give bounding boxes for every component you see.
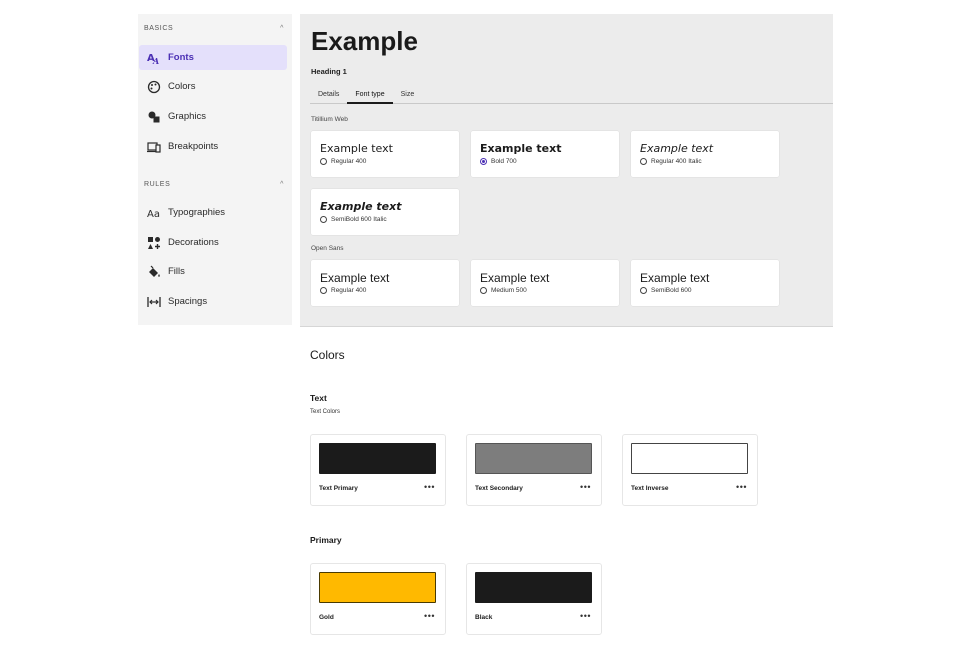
font-option-card[interactable]: Example text Regular 400 — [311, 131, 459, 177]
color-swatch-card[interactable]: Gold ••• — [310, 563, 446, 635]
text-colors-group-subtitle: Text Colors — [310, 409, 341, 415]
text-colors-group-title: Text — [310, 393, 327, 403]
preview-tabs: Details Font type Size — [310, 87, 833, 104]
color-swatch — [475, 572, 592, 603]
sidebar-item-label: Fills — [168, 266, 185, 277]
font-radio[interactable] — [320, 287, 327, 294]
sidebar-item-label: Breakpoints — [168, 141, 219, 152]
font-sample: Example text — [640, 142, 714, 155]
color-swatch-name: Text Secondary — [475, 485, 523, 492]
font-option-card[interactable]: Example text SemiBold 600 Italic — [311, 189, 459, 235]
font-option-card[interactable]: Example text Regular 400 Italic — [631, 131, 779, 177]
color-swatch — [319, 572, 436, 603]
tab-font-type[interactable]: Font type — [347, 87, 393, 104]
sidebar-item-graphics[interactable]: Graphics — [139, 104, 287, 129]
tab-details[interactable]: Details — [310, 87, 347, 104]
sidebar-item-breakpoints[interactable]: Breakpoints — [139, 134, 287, 159]
svg-text:A: A — [152, 56, 159, 65]
shapes-icon — [147, 110, 161, 124]
palette-icon — [147, 80, 161, 94]
basics-section-header[interactable]: BASICS ^ — [144, 22, 284, 34]
font-option-label: SemiBold 600 — [651, 287, 692, 294]
font-sample: Example text — [480, 271, 550, 285]
sidebar: BASICS ^ AA Fonts Colors Graphics Breakp… — [138, 14, 292, 325]
sidebar-item-label: Fonts — [168, 52, 194, 63]
color-swatch — [475, 443, 592, 474]
font-group-label: Open Sans — [311, 245, 344, 252]
font-sample: Example text — [320, 142, 393, 155]
color-swatch-name: Text Inverse — [631, 485, 669, 492]
font-group-label: Titillium Web — [311, 116, 348, 123]
more-options-icon[interactable]: ••• — [580, 611, 591, 621]
color-swatch-name: Black — [475, 614, 493, 621]
fonts-icon: AA — [147, 51, 161, 65]
sidebar-item-decorations[interactable]: Decorations — [139, 230, 287, 255]
font-radio[interactable] — [480, 287, 487, 294]
more-options-icon[interactable]: ••• — [424, 482, 435, 492]
sidebar-item-label: Typographies — [168, 207, 226, 218]
basics-section-label: BASICS — [144, 24, 174, 32]
collapse-rules-icon[interactable]: ^ — [280, 181, 284, 188]
decorations-icon — [147, 236, 161, 250]
font-option-card[interactable]: Example text SemiBold 600 — [631, 260, 779, 306]
font-radio[interactable] — [320, 158, 327, 165]
spacing-icon — [147, 295, 161, 309]
more-options-icon[interactable]: ••• — [424, 611, 435, 621]
preview-title: Example — [311, 26, 418, 56]
rules-section-label: RULES — [144, 180, 171, 188]
fill-bucket-icon — [147, 265, 161, 279]
color-swatch-card[interactable]: Black ••• — [466, 563, 602, 635]
more-options-icon[interactable]: ••• — [736, 482, 747, 492]
sidebar-item-colors[interactable]: Colors — [139, 74, 287, 99]
color-swatch — [631, 443, 748, 474]
font-radio[interactable] — [640, 158, 647, 165]
sidebar-item-typographies[interactable]: Aa Typographies — [139, 200, 287, 225]
font-sample: Example text — [320, 271, 390, 285]
sidebar-item-label: Spacings — [168, 296, 208, 307]
collapse-basics-icon[interactable]: ^ — [280, 25, 284, 32]
font-radio[interactable] — [640, 287, 647, 294]
font-option-card[interactable]: Example text Bold 700 — [471, 131, 619, 177]
colors-section-title: Colors — [310, 348, 345, 362]
font-option-label: Bold 700 — [491, 158, 517, 165]
font-preview-panel: Example Heading 1 Details Font type Size… — [300, 14, 833, 327]
sidebar-item-spacings[interactable]: Spacings — [139, 289, 287, 314]
font-radio[interactable] — [320, 216, 327, 223]
color-swatch-card[interactable]: Text Primary ••• — [310, 434, 446, 506]
tab-size[interactable]: Size — [393, 87, 423, 104]
sidebar-item-fonts[interactable]: AA Fonts — [139, 45, 287, 70]
more-options-icon[interactable]: ••• — [580, 482, 591, 492]
color-swatch-card[interactable]: Text Secondary ••• — [466, 434, 602, 506]
font-option-label: Regular 400 — [331, 158, 367, 165]
typography-icon: Aa — [147, 206, 161, 220]
font-option-label: SemiBold 600 Italic — [331, 216, 387, 223]
font-option-label: Regular 400 Italic — [651, 158, 702, 165]
preview-subtitle: Heading 1 — [311, 67, 347, 76]
font-option-label: Regular 400 — [331, 287, 367, 294]
color-swatch-name: Text Primary — [319, 485, 358, 492]
sidebar-item-fills[interactable]: Fills — [139, 259, 287, 284]
font-sample: Example text — [480, 142, 562, 155]
color-swatch-name: Gold — [319, 614, 334, 621]
devices-icon — [147, 140, 161, 154]
font-sample: Example text — [320, 200, 402, 213]
font-option-label: Medium 500 — [491, 287, 527, 294]
sidebar-item-label: Decorations — [168, 237, 219, 248]
font-option-card[interactable]: Example text Medium 500 — [471, 260, 619, 306]
svg-text:Aa: Aa — [147, 209, 160, 220]
rules-section-header[interactable]: RULES ^ — [144, 178, 284, 190]
primary-colors-group-title: Primary — [310, 535, 342, 545]
sidebar-item-label: Graphics — [168, 111, 207, 122]
font-sample: Example text — [640, 271, 710, 285]
color-swatch — [319, 443, 436, 474]
sidebar-item-label: Colors — [168, 81, 196, 92]
font-option-card[interactable]: Example text Regular 400 — [311, 260, 459, 306]
color-swatch-card[interactable]: Text Inverse ••• — [622, 434, 758, 506]
font-radio-selected[interactable] — [480, 158, 487, 165]
